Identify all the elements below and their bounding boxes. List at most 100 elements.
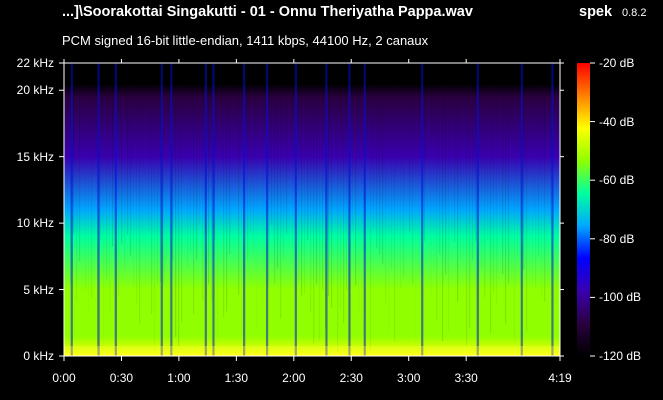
texture-streak	[511, 63, 512, 282]
texture-streak	[91, 63, 93, 299]
texture-streak	[400, 63, 401, 288]
dip-streak	[294, 63, 297, 356]
texture-streak	[130, 63, 132, 256]
texture-streak	[88, 63, 89, 313]
texture-streak	[547, 63, 548, 289]
colorbar-label: -20 dB	[599, 56, 635, 70]
texture-streak	[406, 63, 407, 268]
texture-streak	[427, 63, 428, 336]
spectrogram-area	[64, 63, 560, 356]
texture-streak	[463, 63, 464, 266]
texture-streak	[193, 63, 195, 315]
texture-streak	[211, 63, 213, 302]
texture-streak	[457, 63, 459, 302]
texture-streak	[151, 63, 153, 314]
texture-streak	[133, 63, 134, 286]
texture-streak	[262, 63, 263, 306]
texture-streak	[514, 63, 516, 342]
texture-streak	[187, 63, 189, 267]
texture-streak	[490, 63, 492, 334]
texture-streak	[379, 63, 381, 255]
texture-streak	[424, 63, 426, 241]
dip-streak	[114, 63, 117, 356]
y-tick-label: 20 kHz	[16, 83, 54, 98]
texture-streak	[331, 63, 333, 308]
texture-streak	[397, 63, 398, 235]
texture-streak	[370, 63, 372, 351]
texture-streak	[355, 63, 357, 286]
dip-streak	[551, 63, 554, 356]
texture-streak	[124, 63, 126, 271]
texture-streak	[493, 63, 495, 294]
texture-streak	[184, 63, 185, 297]
texture-streak	[199, 63, 201, 226]
bass-band	[64, 346, 560, 356]
texture-streak	[313, 63, 315, 344]
x-tick-label: 1:00	[167, 371, 191, 385]
texture-streak	[142, 63, 143, 242]
texture-streak	[226, 63, 228, 312]
colorbar-rect	[577, 63, 590, 356]
texture-streak	[85, 63, 86, 290]
texture-streak	[106, 63, 108, 280]
texture-streak	[112, 63, 114, 247]
colorbar	[577, 62, 595, 357]
texture-streak	[289, 63, 290, 235]
texture-streak	[376, 63, 378, 249]
texture-streak	[361, 63, 362, 313]
texture-streak	[82, 63, 83, 311]
texture-streak	[319, 63, 321, 341]
texture-streak	[232, 63, 233, 246]
texture-streak	[154, 63, 155, 350]
texture-streak	[358, 63, 359, 311]
dip-streak	[70, 63, 73, 356]
y-tick-label: 22 kHz	[16, 56, 54, 70]
dip-streak	[170, 63, 173, 356]
texture-streak	[280, 63, 282, 319]
texture-streak	[229, 63, 231, 255]
dip-streak	[348, 63, 351, 356]
texture-streak	[472, 63, 474, 261]
texture-streak	[103, 63, 104, 350]
texture-streak	[328, 63, 330, 297]
y-tick-label: 5 kHz	[23, 282, 54, 297]
texture-streak	[127, 63, 129, 235]
texture-streak	[388, 63, 389, 334]
texture-streak	[367, 63, 368, 266]
x-tick-label: 4:19	[548, 371, 572, 385]
texture-streak	[529, 63, 530, 295]
dip-streak	[243, 63, 246, 356]
texture-streak	[118, 63, 120, 297]
spectrogram-fill	[64, 63, 560, 356]
texture-streak	[247, 63, 249, 262]
texture-streak	[556, 63, 557, 306]
texture-streak	[508, 63, 510, 284]
texture-streak	[67, 63, 68, 239]
colorbar-label: -60 dB	[599, 173, 635, 188]
colorbar-label: -120 dB	[599, 349, 642, 363]
texture-streak	[190, 63, 192, 253]
texture-streak	[253, 63, 254, 255]
texture-streak	[505, 63, 507, 324]
texture-streak	[412, 63, 414, 285]
texture-streak	[100, 63, 102, 241]
texture-streak	[322, 63, 324, 290]
texture-streak	[523, 63, 525, 270]
texture-streak	[298, 63, 300, 283]
dip-streak	[363, 63, 366, 356]
dip-streak	[97, 63, 100, 356]
x-tick-label: 0:30	[109, 371, 134, 385]
texture-streak	[517, 63, 518, 257]
texture-streak	[310, 63, 312, 312]
texture-streak	[94, 63, 95, 247]
texture-streak	[196, 63, 198, 260]
texture-streak	[385, 63, 387, 304]
texture-streak	[445, 63, 447, 275]
texture-streak	[466, 63, 468, 346]
dip-streak	[160, 63, 163, 356]
texture-streak	[109, 63, 110, 313]
texture-streak	[481, 63, 483, 269]
texture-streak	[430, 63, 431, 295]
texture-streak	[175, 63, 177, 338]
texture-streak	[274, 63, 276, 284]
